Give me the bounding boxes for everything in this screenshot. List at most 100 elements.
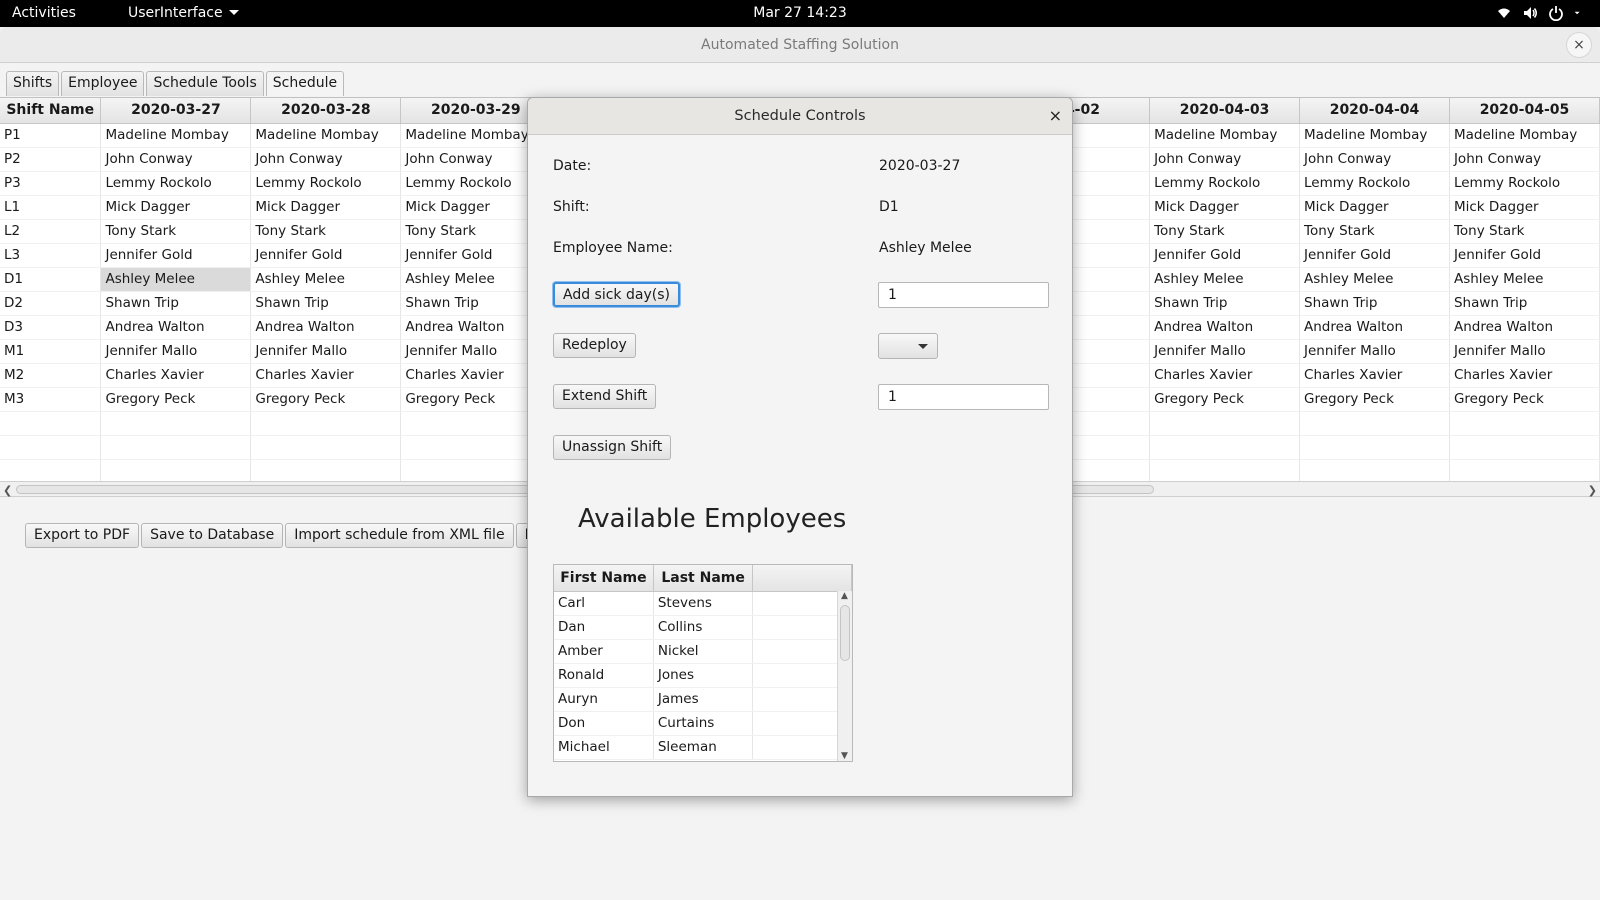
column-header[interactable]: Shift Name [0,98,102,124]
table-cell[interactable] [250,411,402,436]
table-cell[interactable]: Madeline Mombay [1299,123,1450,148]
table-cell[interactable]: Gregory Peck [100,387,252,412]
clock[interactable]: Mar 27 14:23 [753,5,846,21]
activities-button[interactable]: Activities [12,5,76,21]
table-cell[interactable]: Jennifer Gold [100,243,252,268]
table-cell[interactable]: Tony Stark [1149,219,1301,244]
table-cell[interactable]: Charles Xavier [1299,363,1450,388]
table-cell[interactable]: Madeline Mombay [100,123,252,148]
available-employees-table[interactable]: First Name Last Name Carl Stevens Dan Colli… [553,564,853,762]
table-cell[interactable]: Madeline Mombay [250,123,402,148]
table-cell[interactable]: Andrea Walton [1149,315,1301,340]
table-cell[interactable] [250,459,402,482]
table-cell[interactable]: John Conway [1299,147,1450,172]
column-header-first-name[interactable]: First Name [554,565,654,592]
table-cell[interactable] [0,435,102,460]
employees-vertical-scrollbar[interactable]: ▲ ▼ [837,591,852,761]
table-cell[interactable]: Mick Dagger [100,195,252,220]
scroll-right-icon[interactable]: ❯ [1588,484,1597,497]
table-cell[interactable]: Jennifer Mallo [250,339,402,364]
table-cell[interactable]: Shawn Trip [1299,291,1450,316]
table-cell[interactable]: John Conway [100,147,252,172]
table-cell[interactable]: Tony Stark [250,219,402,244]
table-cell[interactable]: Jennifer Mallo [100,339,252,364]
table-cell[interactable] [1449,435,1600,460]
wifi-icon[interactable] [1496,5,1512,21]
table-cell[interactable]: Mick Dagger [1449,195,1600,220]
table-cell[interactable]: Andrea Walton [250,315,402,340]
column-header[interactable]: 2020-04-04 [1299,98,1450,124]
table-cell[interactable]: Ashley Melee [1449,267,1600,292]
table-cell[interactable]: Tony Stark [100,219,252,244]
extend-shift-input[interactable]: 1 [878,384,1049,410]
table-cell[interactable]: P3 [0,171,102,196]
table-cell[interactable]: Gregory Peck [1299,387,1450,412]
table-cell[interactable] [0,459,102,482]
table-cell[interactable]: Shawn Trip [100,291,252,316]
volume-icon[interactable] [1522,5,1538,21]
table-cell[interactable]: Mick Dagger [1299,195,1450,220]
table-cell[interactable]: Jennifer Mallo [1299,339,1450,364]
column-header[interactable]: 2020-03-27 [100,98,252,124]
table-cell[interactable] [250,435,402,460]
table-cell[interactable] [1299,435,1450,460]
table-cell[interactable]: Lemmy Rockolo [1299,171,1450,196]
table-cell[interactable] [1149,411,1301,436]
table-cell[interactable]: Jennifer Mallo [1149,339,1301,364]
unassign-shift-button[interactable]: Unassign Shift [553,435,672,460]
table-cell[interactable] [100,435,252,460]
table-cell[interactable]: M1 [0,339,102,364]
scroll-up-icon[interactable]: ▲ [841,591,848,601]
chevron-down-icon[interactable] [1574,5,1584,21]
list-item[interactable]: Ronald Jones [554,663,852,688]
table-cell[interactable]: Andrea Walton [1449,315,1600,340]
export-pdf-button[interactable]: Export to PDF [25,523,140,548]
table-cell[interactable]: Shawn Trip [1149,291,1301,316]
import-xml-button[interactable]: Import schedule from XML file [285,523,514,548]
table-cell[interactable] [1299,459,1450,482]
table-cell[interactable] [1299,411,1450,436]
column-header[interactable]: 2020-04-05 [1449,98,1600,124]
list-item[interactable]: Carl Stevens [554,591,852,616]
table-cell[interactable]: Jennifer Gold [1449,243,1600,268]
list-item[interactable]: Dan Collins [554,615,852,640]
table-cell[interactable]: Gregory Peck [1149,387,1301,412]
scroll-left-icon[interactable]: ❮ [3,484,12,497]
table-cell[interactable]: Madeline Mombay [1149,123,1301,148]
table-cell[interactable] [1149,435,1301,460]
table-cell[interactable]: D1 [0,267,102,292]
table-cell[interactable]: L3 [0,243,102,268]
table-cell[interactable]: Tony Stark [1449,219,1600,244]
tab-schedule[interactable]: Schedule [265,71,345,96]
table-cell[interactable] [1449,411,1600,436]
list-item[interactable]: Michael Sleeman [554,735,852,760]
table-cell[interactable]: Mick Dagger [1149,195,1301,220]
table-cell[interactable]: Lemmy Rockolo [1149,171,1301,196]
table-cell[interactable]: Lemmy Rockolo [100,171,252,196]
table-cell[interactable]: L2 [0,219,102,244]
table-cell[interactable]: P1 [0,123,102,148]
table-cell[interactable] [1149,459,1301,482]
close-icon[interactable]: × [1049,106,1062,125]
table-cell[interactable]: Ashley Melee [250,267,402,292]
tab-schedule-tools[interactable]: Schedule Tools [146,71,264,96]
table-cell[interactable]: Gregory Peck [1449,387,1600,412]
table-cell[interactable]: Jennifer Gold [1149,243,1301,268]
column-header[interactable]: 2020-04-03 [1149,98,1301,124]
table-cell[interactable]: M2 [0,363,102,388]
table-cell[interactable]: Shawn Trip [1449,291,1600,316]
column-header[interactable]: 2020-03-28 [250,98,402,124]
table-cell[interactable]: Ashley Melee [100,267,252,292]
add-sick-days-button[interactable]: Add sick day(s) [553,282,680,307]
table-cell[interactable] [0,411,102,436]
table-cell[interactable]: Gregory Peck [250,387,402,412]
table-cell[interactable]: P2 [0,147,102,172]
table-cell[interactable]: Ashley Melee [1149,267,1301,292]
table-cell[interactable]: Jennifer Gold [1299,243,1450,268]
table-cell[interactable]: Charles Xavier [250,363,402,388]
table-cell[interactable]: Madeline Mombay [1449,123,1600,148]
table-cell[interactable]: Charles Xavier [100,363,252,388]
tab-shifts[interactable]: Shifts [6,71,60,96]
tab-employee[interactable]: Employee [61,71,145,96]
redeploy-button[interactable]: Redeploy [553,333,636,358]
